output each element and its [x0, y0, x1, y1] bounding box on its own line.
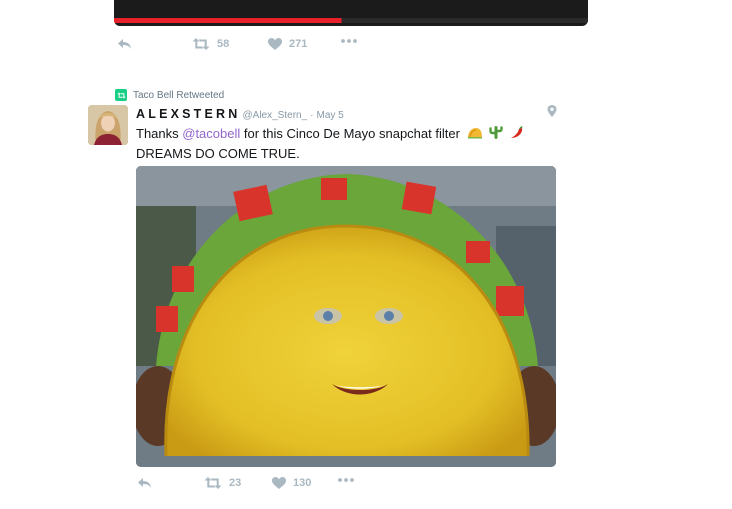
reply-button[interactable] [137, 477, 152, 489]
retweet-button[interactable]: 23 [204, 477, 241, 489]
tweet-text-suffix: for this Cinco De Mayo snapchat filter [240, 126, 460, 141]
retweet-context[interactable]: Taco Bell Retweeted [115, 89, 224, 101]
separator: · [310, 110, 314, 121]
avatar[interactable] [88, 105, 128, 145]
tweet-actions: 23 130 [137, 477, 397, 491]
retweet-icon [204, 477, 222, 489]
tweet-header: ALEXSTERN @Alex_Stern_ · May 5 [136, 107, 344, 121]
mention-link[interactable]: @tacobell [182, 126, 240, 141]
retweet-badge-icon [115, 89, 127, 101]
previous-tweet-actions: 58 271 [117, 38, 377, 52]
tweet-text: Thanks @tacobell for this Cinco De Mayo … [136, 124, 546, 163]
timestamp-link[interactable]: May 5 [317, 110, 344, 121]
cactus-emoji-icon [489, 125, 503, 144]
reply-icon [117, 38, 132, 50]
more-button[interactable] [337, 477, 355, 483]
author-name[interactable]: ALEXSTERN [136, 107, 241, 121]
like-count: 130 [293, 477, 312, 489]
retweet-count: 23 [229, 477, 242, 489]
media-strip [114, 18, 588, 23]
reply-icon [137, 477, 152, 489]
tweet-photo[interactable] [136, 166, 556, 467]
tweet-text-line2: DREAMS DO COME TRUE. [136, 146, 300, 162]
retweet-button[interactable]: 58 [192, 38, 229, 50]
previous-tweet-media[interactable] [114, 0, 588, 26]
taco-emoji-icon [467, 125, 483, 144]
timeline: 58 271 Taco Bell Retweeted ALEXSTERN @Al… [0, 0, 732, 509]
chili-pepper-emoji-icon [510, 125, 524, 144]
like-count: 271 [289, 38, 308, 50]
more-dots-icon [340, 38, 358, 44]
reply-button[interactable] [117, 38, 132, 50]
location-pin-icon[interactable] [547, 104, 557, 122]
like-button[interactable]: 271 [268, 38, 307, 50]
retweet-count: 58 [217, 38, 230, 50]
like-button[interactable]: 130 [272, 477, 311, 489]
more-dots-icon [337, 477, 355, 483]
taco-face-filter-photo [136, 166, 556, 467]
more-button[interactable] [340, 38, 358, 44]
heart-icon [268, 38, 282, 50]
heart-icon [272, 477, 286, 489]
retweeted-by-label: Taco Bell Retweeted [133, 89, 225, 101]
retweet-icon [192, 38, 210, 50]
tweet-text-prefix: Thanks [136, 126, 183, 141]
author-handle[interactable]: @Alex_Stern_ [243, 110, 308, 121]
